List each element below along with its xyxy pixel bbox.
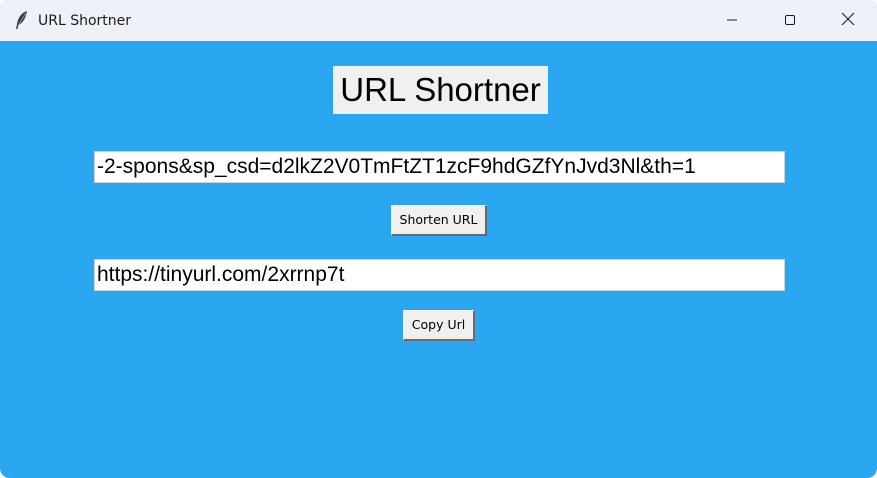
copy-url-button[interactable]: Copy Url bbox=[403, 310, 475, 341]
short-url-output[interactable]: https://tinyurl.com/2xrrnp7t bbox=[94, 259, 785, 291]
page-title: URL Shortner bbox=[333, 66, 548, 114]
main-panel: URL Shortner -2-spons&sp_csd=d2lkZ2V0TmF… bbox=[0, 41, 877, 478]
minimize-icon bbox=[726, 11, 738, 30]
long-url-input[interactable]: -2-spons&sp_csd=d2lkZ2V0TmFtZT1zcF9hdGZf… bbox=[94, 151, 785, 183]
app-window: URL Shortner URL Shortner -2-spons&sp_cs… bbox=[0, 0, 877, 478]
maximize-button[interactable] bbox=[761, 0, 819, 41]
maximize-icon bbox=[784, 11, 796, 30]
minimize-button[interactable] bbox=[703, 0, 761, 41]
shorten-url-button[interactable]: Shorten URL bbox=[391, 205, 487, 236]
feather-icon bbox=[14, 10, 30, 30]
close-icon bbox=[841, 11, 855, 30]
window-title: URL Shortner bbox=[38, 13, 132, 29]
close-button[interactable] bbox=[819, 0, 877, 41]
title-bar[interactable]: URL Shortner bbox=[0, 0, 877, 41]
